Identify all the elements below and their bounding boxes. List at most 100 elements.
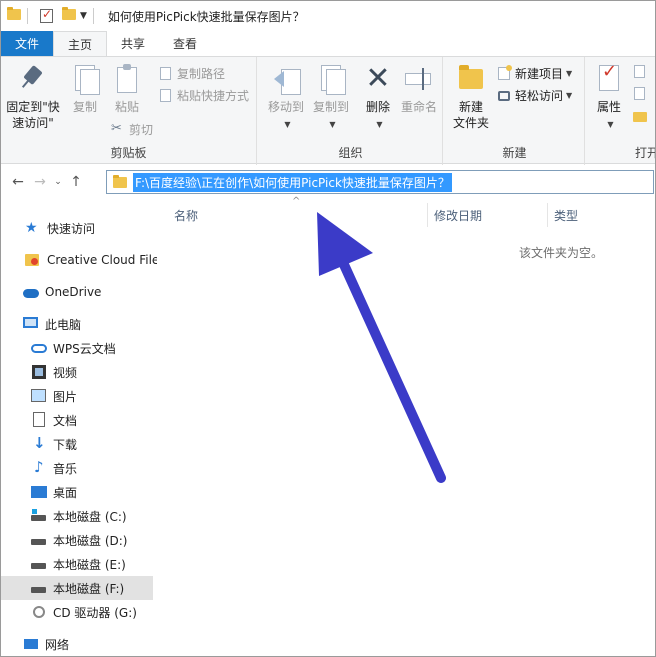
video-icon [31,364,47,380]
nav-item-drive-e[interactable]: 本地磁盘 (E:) [1,552,157,576]
copy-button[interactable]: 复制 [65,63,105,115]
copy-path-label: 复制路径 [177,67,226,81]
nav-item-label: 图片 [53,389,78,404]
copy-to-label: 复制到 [312,100,349,114]
move-to-icon [270,63,302,95]
nav-item-desktop[interactable]: 桌面 [1,480,157,504]
copy-path-icon [159,66,173,81]
nav-item-onedrive[interactable]: OneDrive [1,280,157,304]
nav-item-label: CD 驱动器 (G:) [53,605,137,620]
nav-item-creative-cloud[interactable]: Creative Cloud File [1,248,157,272]
forward-arrow-icon[interactable]: → [29,174,51,190]
group-clipboard: 固定到"快 速访问" 复制 粘贴 复制路径 粘贴快捷方式 ✂ 剪切 剪贴板 [1,57,257,165]
copy-label: 复制 [72,100,97,114]
title-bar: ▼ 如何使用PicPick快速批量保存图片？ [1,1,655,31]
pin-label-line1: 固定到"快 [6,100,60,114]
column-divider[interactable] [427,203,428,227]
explorer-window: ▼ 如何使用PicPick快速批量保存图片？ 文件 主页 共享 查看 固定到"快… [0,0,656,657]
nav-item-this-pc[interactable]: 此电脑 [1,312,157,336]
divider [92,8,94,24]
picture-icon [31,388,47,404]
address-bar[interactable]: F:\百度经验\正在创作\如何使用PicPick快速批量保存图片？ [106,170,654,194]
copy-icon [69,63,101,95]
quick-access-dropdown-icon[interactable]: ▼ [80,11,87,21]
nav-item-pictures[interactable]: 图片 [1,384,157,408]
folder-icon [113,174,127,188]
properties-button[interactable]: 属性▼ [589,63,629,133]
tab-view[interactable]: 查看 [159,31,211,56]
address-path-text[interactable]: F:\百度经验\正在创作\如何使用PicPick快速批量保存图片？ [133,172,452,192]
column-divider[interactable] [547,203,548,227]
column-header-name[interactable]: 名称 [174,207,198,224]
nav-item-downloads[interactable]: ↓ 下载 [1,432,157,456]
column-header-date-modified[interactable]: 修改日期 [434,207,482,224]
edit-icon [633,87,647,101]
move-to-label: 移动到 [267,100,304,114]
nav-item-drive-d[interactable]: 本地磁盘 (D:) [1,528,157,552]
paste-shortcut-icon [159,88,173,103]
drive-icon [31,556,47,572]
easy-access-button[interactable]: 轻松访问 ▼ [497,87,572,104]
desktop-icon [31,484,47,500]
rename-button[interactable]: 重命名 [397,63,441,115]
ribbon: 固定到"快 速访问" 复制 粘贴 复制路径 粘贴快捷方式 ✂ 剪切 剪贴板 移动… [1,56,655,165]
nav-item-quick-access[interactable]: ★ 快速访问 [1,216,157,240]
column-header-type[interactable]: 类型 [554,207,578,224]
tab-share[interactable]: 共享 [107,31,159,56]
properties-label: 属性 [596,100,621,114]
new-folder-button[interactable]: 新建 文件夹 [449,63,493,131]
move-to-button[interactable]: 移动到 ▼ [263,63,309,133]
nav-item-label: 本地磁盘 (E:) [53,557,126,572]
edit-button[interactable] [633,87,651,101]
nav-item-label: 视频 [53,365,78,380]
new-item-button[interactable]: 新建项目 ▼ [497,64,572,82]
nav-item-cd-drive-g[interactable]: CD 驱动器 (G:) [1,600,157,624]
back-arrow-icon[interactable]: ← [7,174,29,190]
tab-home[interactable]: 主页 [53,31,108,56]
paste-shortcut-label: 粘贴快捷方式 [177,89,250,103]
nav-item-drive-f[interactable]: 本地磁盘 (F:) [1,576,153,600]
nav-item-label: Creative Cloud File [47,253,157,267]
open-button[interactable] [633,65,651,79]
ribbon-tabs: 文件 主页 共享 查看 [1,31,655,56]
pin-to-quick-access-button[interactable]: 固定到"快 速访问" [5,63,61,131]
sort-ascending-icon: ^ [292,196,301,207]
copy-path-button[interactable]: 复制路径 [159,65,225,82]
nav-item-documents[interactable]: 文档 [1,408,157,432]
window-title: 如何使用PicPick快速批量保存图片？ [107,9,305,24]
tab-file[interactable]: 文件 [1,31,54,56]
copy-to-icon [315,63,347,95]
paste-shortcut-button[interactable]: 粘贴快捷方式 [159,87,249,104]
cut-button[interactable]: ✂ 剪切 [111,121,153,138]
nav-item-label: 网络 [45,637,70,652]
nav-item-videos[interactable]: 视频 [1,360,157,384]
properties-quick-icon[interactable] [40,7,54,23]
new-item-label: 新建项目 [515,67,564,81]
new-folder-icon [455,63,487,95]
nav-item-wps-cloud[interactable]: WPS云文档 [1,336,157,360]
history-icon [633,109,647,123]
nav-item-network[interactable]: 网络 [1,632,157,656]
up-arrow-icon[interactable]: ↑ [65,174,87,190]
recent-locations-dropdown-icon[interactable]: ⌄ [51,177,65,187]
history-button[interactable] [633,109,651,123]
file-list-pane: ^ 名称 修改日期 类型 该文件夹为空。 [157,196,655,656]
document-icon [31,412,47,428]
rename-label: 重命名 [400,100,437,114]
nav-item-label: 此电脑 [45,317,82,332]
drive-icon [31,508,47,524]
nav-item-label: 本地磁盘 (C:) [53,509,127,524]
music-icon: ♪ [34,458,44,476]
paste-label: 粘贴 [114,100,139,114]
nav-item-label: 本地磁盘 (F:) [53,581,125,596]
nav-item-drive-c[interactable]: 本地磁盘 (C:) [1,504,157,528]
copy-to-button[interactable]: 复制到 ▼ [307,63,355,133]
wps-cloud-icon [31,340,47,356]
clipboard-group-label: 剪贴板 [110,146,147,160]
nav-item-label: 音乐 [53,461,78,476]
delete-button[interactable]: ✕ 删除 ▼ [359,63,397,133]
paste-button[interactable]: 粘贴 [107,63,147,115]
group-new: 新建 文件夹 新建项目 ▼ 轻松访问 ▼ 新建 [445,57,585,165]
nav-item-music[interactable]: ♪ 音乐 [1,456,157,480]
new-folder-quick-icon[interactable] [62,7,76,23]
